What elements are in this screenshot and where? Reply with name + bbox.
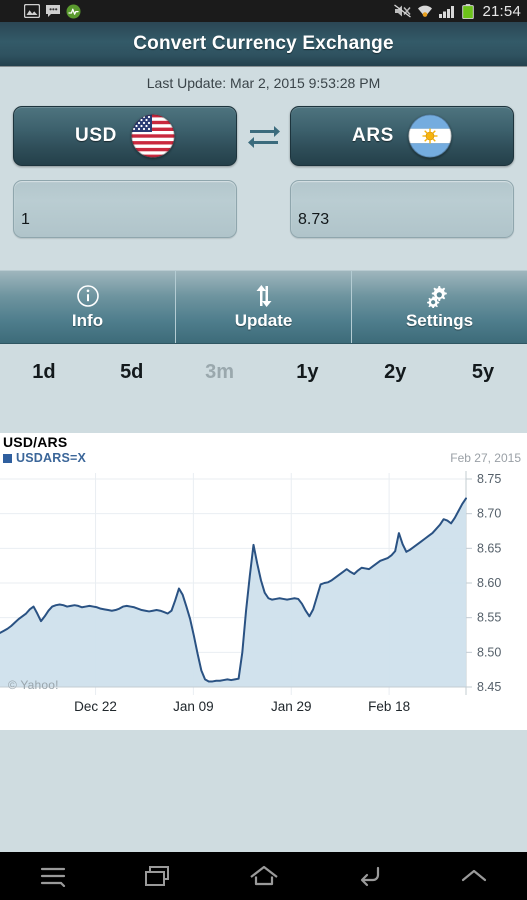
- range-tab-1d[interactable]: 1d: [0, 361, 88, 384]
- range-tab-5d[interactable]: 5d: [88, 361, 176, 384]
- update-button-label: Update: [234, 311, 293, 330]
- currency-selector-row: USD ARS: [0, 106, 527, 168]
- legend-swatch-icon: [3, 453, 12, 463]
- battery-icon: [462, 3, 475, 19]
- settings-button[interactable]: Settings: [351, 271, 527, 343]
- legend-label: USDARS=X: [16, 451, 87, 465]
- up-down-arrows-icon: [252, 283, 276, 309]
- green-app-icon: [66, 4, 81, 18]
- android-nav-bar: [0, 852, 527, 900]
- chart-plot-area: 8.45 8.50 8.55 8.60 8.65 8.70 8.75 Dec 22 Jan 09…: [0, 471, 501, 714]
- to-amount-value: 8.73: [298, 212, 330, 228]
- app-title-bar: Convert Currency Exchange: [0, 22, 527, 66]
- mute-icon: [394, 4, 412, 18]
- recents-button[interactable]: [105, 864, 210, 888]
- svg-text:Jan 29: Jan 29: [271, 699, 312, 714]
- home-button[interactable]: [211, 864, 316, 888]
- status-bar-right-icons: 21:54: [394, 3, 527, 20]
- menu-icon: [40, 867, 65, 887]
- recents-icon: [145, 866, 170, 886]
- last-update-text: Last Update: Mar 2, 2015 9:53:28 PM: [146, 75, 381, 91]
- chart-date-annotation: Feb 27, 2015: [450, 451, 521, 465]
- swap-arrows-icon[interactable]: [246, 120, 282, 150]
- to-currency-button[interactable]: ARS: [290, 106, 514, 166]
- svg-text:8.60: 8.60: [477, 576, 501, 590]
- to-amount-input[interactable]: 8.73: [290, 180, 514, 238]
- page-title: Convert Currency Exchange: [133, 33, 394, 54]
- status-bar-left-icons: [0, 4, 81, 19]
- chart-legend: USDARS=X: [3, 451, 86, 465]
- svg-text:Jan 09: Jan 09: [173, 699, 214, 714]
- chart-title: USD/ARS: [3, 434, 68, 450]
- app-screen: 21:54 Convert Currency Exchange Last Upd…: [0, 0, 527, 900]
- range-tab-2y[interactable]: 2y: [351, 361, 439, 384]
- update-button[interactable]: Update: [175, 271, 351, 343]
- svg-text:8.55: 8.55: [477, 611, 501, 625]
- range-tabs: 1d 5d 3m 1y 2y 5y: [0, 342, 527, 402]
- from-amount-value: 1: [21, 212, 30, 228]
- svg-text:8.65: 8.65: [477, 541, 501, 555]
- chart-watermark: © Yahoo!: [8, 678, 59, 692]
- page-background-filler: [0, 730, 527, 852]
- range-tab-5y[interactable]: 5y: [439, 361, 527, 384]
- status-bar: 21:54: [0, 0, 527, 22]
- range-tab-3m[interactable]: 3m: [176, 361, 264, 384]
- from-amount-input[interactable]: 1: [13, 180, 237, 238]
- svg-text:Feb 18: Feb 18: [368, 699, 410, 714]
- from-currency-code: USD: [75, 125, 117, 146]
- gears-icon: [426, 283, 453, 309]
- svg-text:8.50: 8.50: [477, 645, 501, 659]
- us-flag-icon: [131, 114, 175, 158]
- exchange-rate-chart[interactable]: USD/ARS USDARS=X Feb 27, 2015 8.45 8.50 8.…: [0, 433, 527, 730]
- amount-row: 1 8.73: [0, 180, 527, 298]
- bbm-chat-icon: [46, 5, 60, 17]
- back-button[interactable]: [316, 864, 421, 888]
- svg-text:8.75: 8.75: [477, 472, 501, 486]
- menu-button[interactable]: [0, 865, 105, 887]
- home-icon: [249, 865, 278, 886]
- from-currency-button[interactable]: USD: [13, 106, 237, 166]
- hide-nav-button[interactable]: [422, 866, 527, 886]
- action-bar: Info Update Settings: [0, 270, 527, 344]
- svg-text:8.45: 8.45: [477, 680, 501, 694]
- info-button-label: Info: [71, 311, 104, 330]
- info-circle-icon: [76, 283, 100, 309]
- back-icon: [360, 866, 380, 887]
- wifi-icon: [418, 5, 433, 18]
- range-tab-1y[interactable]: 1y: [263, 361, 351, 384]
- to-currency-code: ARS: [352, 125, 394, 146]
- svg-text:Dec 22: Dec 22: [74, 699, 117, 714]
- status-bar-clock: 21:54: [482, 2, 521, 20]
- chevron-up-icon: [462, 869, 487, 882]
- signal-icon: [439, 6, 455, 18]
- info-button[interactable]: Info: [0, 271, 175, 343]
- ar-flag-icon: [408, 114, 452, 158]
- svg-text:8.70: 8.70: [477, 507, 501, 521]
- settings-button-label: Settings: [405, 311, 474, 330]
- gallery-icon: [24, 4, 40, 18]
